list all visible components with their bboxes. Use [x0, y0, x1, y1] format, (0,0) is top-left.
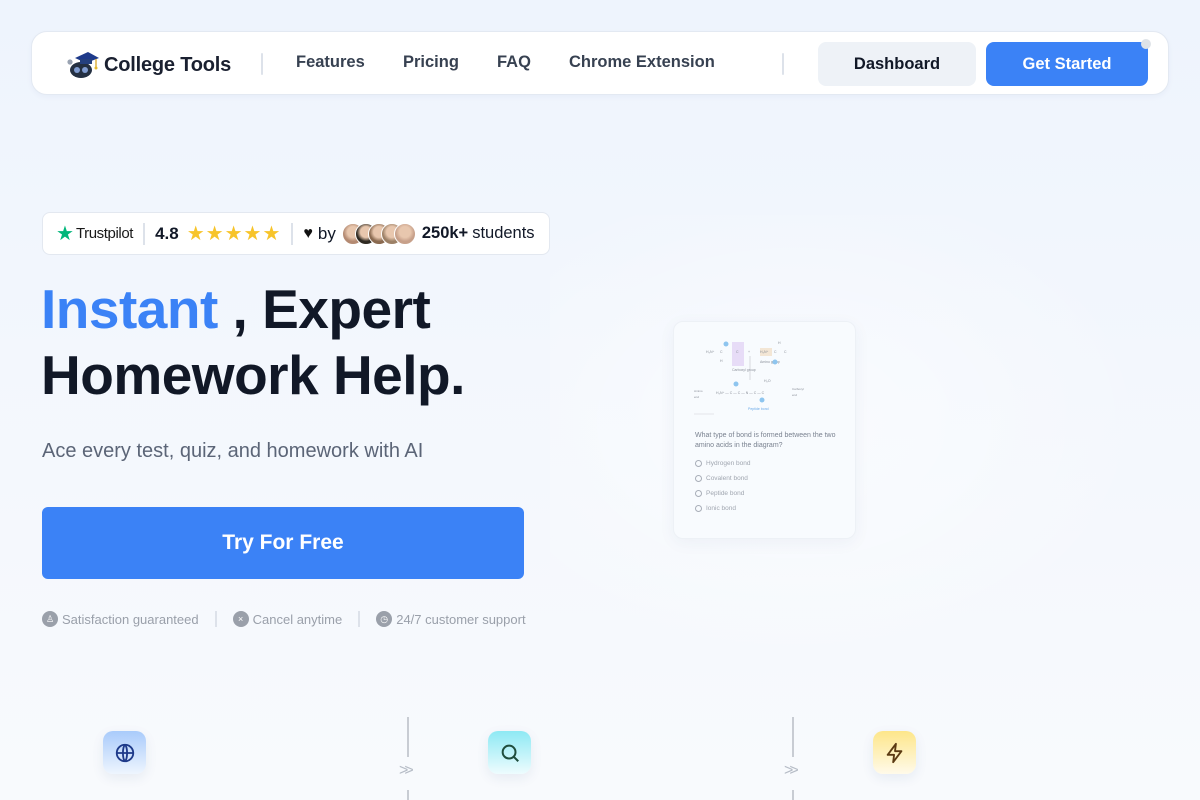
feature-divider [792, 717, 794, 757]
hero-subtitle: Ace every test, quiz, and homework with … [42, 440, 424, 462]
peptide-bond-diagram: H₃N⁺ C C + H₃N⁺ C C HH Carboxyl group Amino g… [694, 341, 804, 415]
badge-divider [143, 222, 146, 245]
guarantee-list: ♙ Satisfaction guaranteed × Cancel anyti… [42, 611, 526, 627]
double-chevron-right-icon: >> [784, 762, 799, 779]
nav-divider [261, 53, 263, 75]
radio-icon[interactable] [695, 490, 702, 497]
svg-text:C: C [774, 350, 777, 354]
trustpilot-label: Trustpilot [75, 225, 134, 242]
clock-icon: ◷ [376, 611, 393, 627]
radio-icon[interactable] [695, 475, 702, 482]
radio-icon[interactable] [695, 505, 702, 512]
brand-name: College Tools [104, 53, 232, 76]
feature-divider [792, 790, 794, 800]
option-label: Peptide bond [706, 490, 745, 497]
svg-text:H₃N⁺: H₃N⁺ [706, 350, 714, 354]
globe-icon [115, 743, 134, 762]
svg-text:end: end [792, 393, 797, 397]
radio-icon[interactable] [695, 460, 702, 467]
nav-link-faq[interactable]: FAQ [497, 53, 531, 72]
heart-icon: ♥ [303, 224, 313, 242]
student-avatars [341, 222, 416, 245]
svg-text:H₃N⁺: H₃N⁺ [760, 350, 768, 354]
nav-link-chrome-extension[interactable]: Chrome Extension [569, 53, 715, 72]
carboxyl-label: Carboxyl group [732, 368, 756, 372]
svg-text:+: + [748, 350, 750, 354]
rating-value: 4.8 [155, 223, 179, 243]
x-circle-icon: × [232, 611, 249, 627]
question-preview-card: H₃N⁺ C C + H₃N⁺ C C HH Carboxyl group Amino g… [673, 321, 856, 539]
nav-link-features[interactable]: Features [296, 53, 365, 72]
peptide-label: Peptide bond [748, 407, 769, 411]
lightning-icon [886, 742, 902, 763]
feature-lightning-tile [873, 731, 916, 774]
feature-divider [407, 717, 409, 757]
answer-option[interactable]: Covalent bond [695, 475, 748, 482]
svg-text:H: H [720, 359, 723, 363]
hero-heading-accent: Instant [41, 278, 218, 340]
top-navbar: College Tools Features Pricing FAQ Chrom… [31, 31, 1169, 95]
svg-text:C: C [784, 350, 787, 354]
hero-heading-line2: Homework Help. [41, 344, 465, 406]
rating-stars-icon: ★★★★★ [186, 223, 282, 245]
student-avatar [393, 222, 416, 245]
get-started-button[interactable]: Get Started [986, 42, 1148, 86]
students-count: 250k+ [421, 224, 469, 242]
feature-search-tile [488, 731, 531, 774]
guarantee-item: ◷ 24/7 customer support [376, 611, 526, 627]
nav-divider [782, 53, 784, 75]
try-for-free-button[interactable]: Try For Free [42, 507, 524, 579]
students-label: students [472, 224, 535, 242]
nav-link-pricing[interactable]: Pricing [403, 53, 459, 72]
trustpilot-star-icon: ★ [56, 222, 74, 245]
guarantee-divider [214, 611, 217, 627]
hero-heading-line1: , Expert [217, 278, 431, 340]
svg-text:C: C [720, 350, 723, 354]
answer-option[interactable]: Hydrogen bond [695, 460, 750, 467]
badge-divider [291, 222, 294, 245]
robot-graduation-cap-icon [66, 50, 100, 80]
feature-globe-tile [103, 731, 146, 774]
guarantee-divider [358, 611, 361, 627]
svg-text:Amino: Amino [694, 389, 703, 393]
notification-dot [1141, 39, 1151, 49]
svg-text:H₃N⁺ — C — C — N — C — C: H₃N⁺ — C — C — N — C — C [716, 391, 765, 395]
award-icon: ♙ [42, 611, 58, 627]
double-chevron-right-icon: >> [399, 762, 414, 779]
guarantee-label: 24/7 customer support [396, 611, 526, 627]
guarantee-item: ♙ Satisfaction guaranteed [42, 611, 199, 627]
trust-badge: ★ Trustpilot 4.8 ★★★★★ ♥ by 250k+ studen… [42, 212, 550, 255]
option-label: Ionic bond [706, 505, 736, 512]
svg-text:H: H [778, 341, 781, 345]
option-label: Covalent bond [706, 475, 748, 482]
svg-text:end: end [694, 395, 699, 399]
guarantee-label: Satisfaction guaranteed [62, 611, 199, 627]
guarantee-label: Cancel anytime [252, 611, 343, 627]
option-label: Hydrogen bond [706, 460, 751, 467]
svg-text:Carboxyl: Carboxyl [792, 387, 804, 391]
feature-divider [407, 790, 409, 800]
dashboard-button[interactable]: Dashboard [818, 42, 976, 86]
water-label: H₂O [764, 379, 771, 383]
hero-heading: Instant , Expert Homework Help. [41, 276, 465, 408]
guarantee-item: × Cancel anytime [232, 611, 343, 627]
answer-option[interactable]: Ionic bond [695, 505, 736, 512]
search-icon [501, 744, 519, 762]
brand-logo[interactable]: College Tools [66, 50, 231, 80]
question-text: What type of bond is formed between the … [695, 432, 836, 449]
by-label: by [317, 223, 336, 243]
answer-option[interactable]: Peptide bond [695, 490, 744, 497]
